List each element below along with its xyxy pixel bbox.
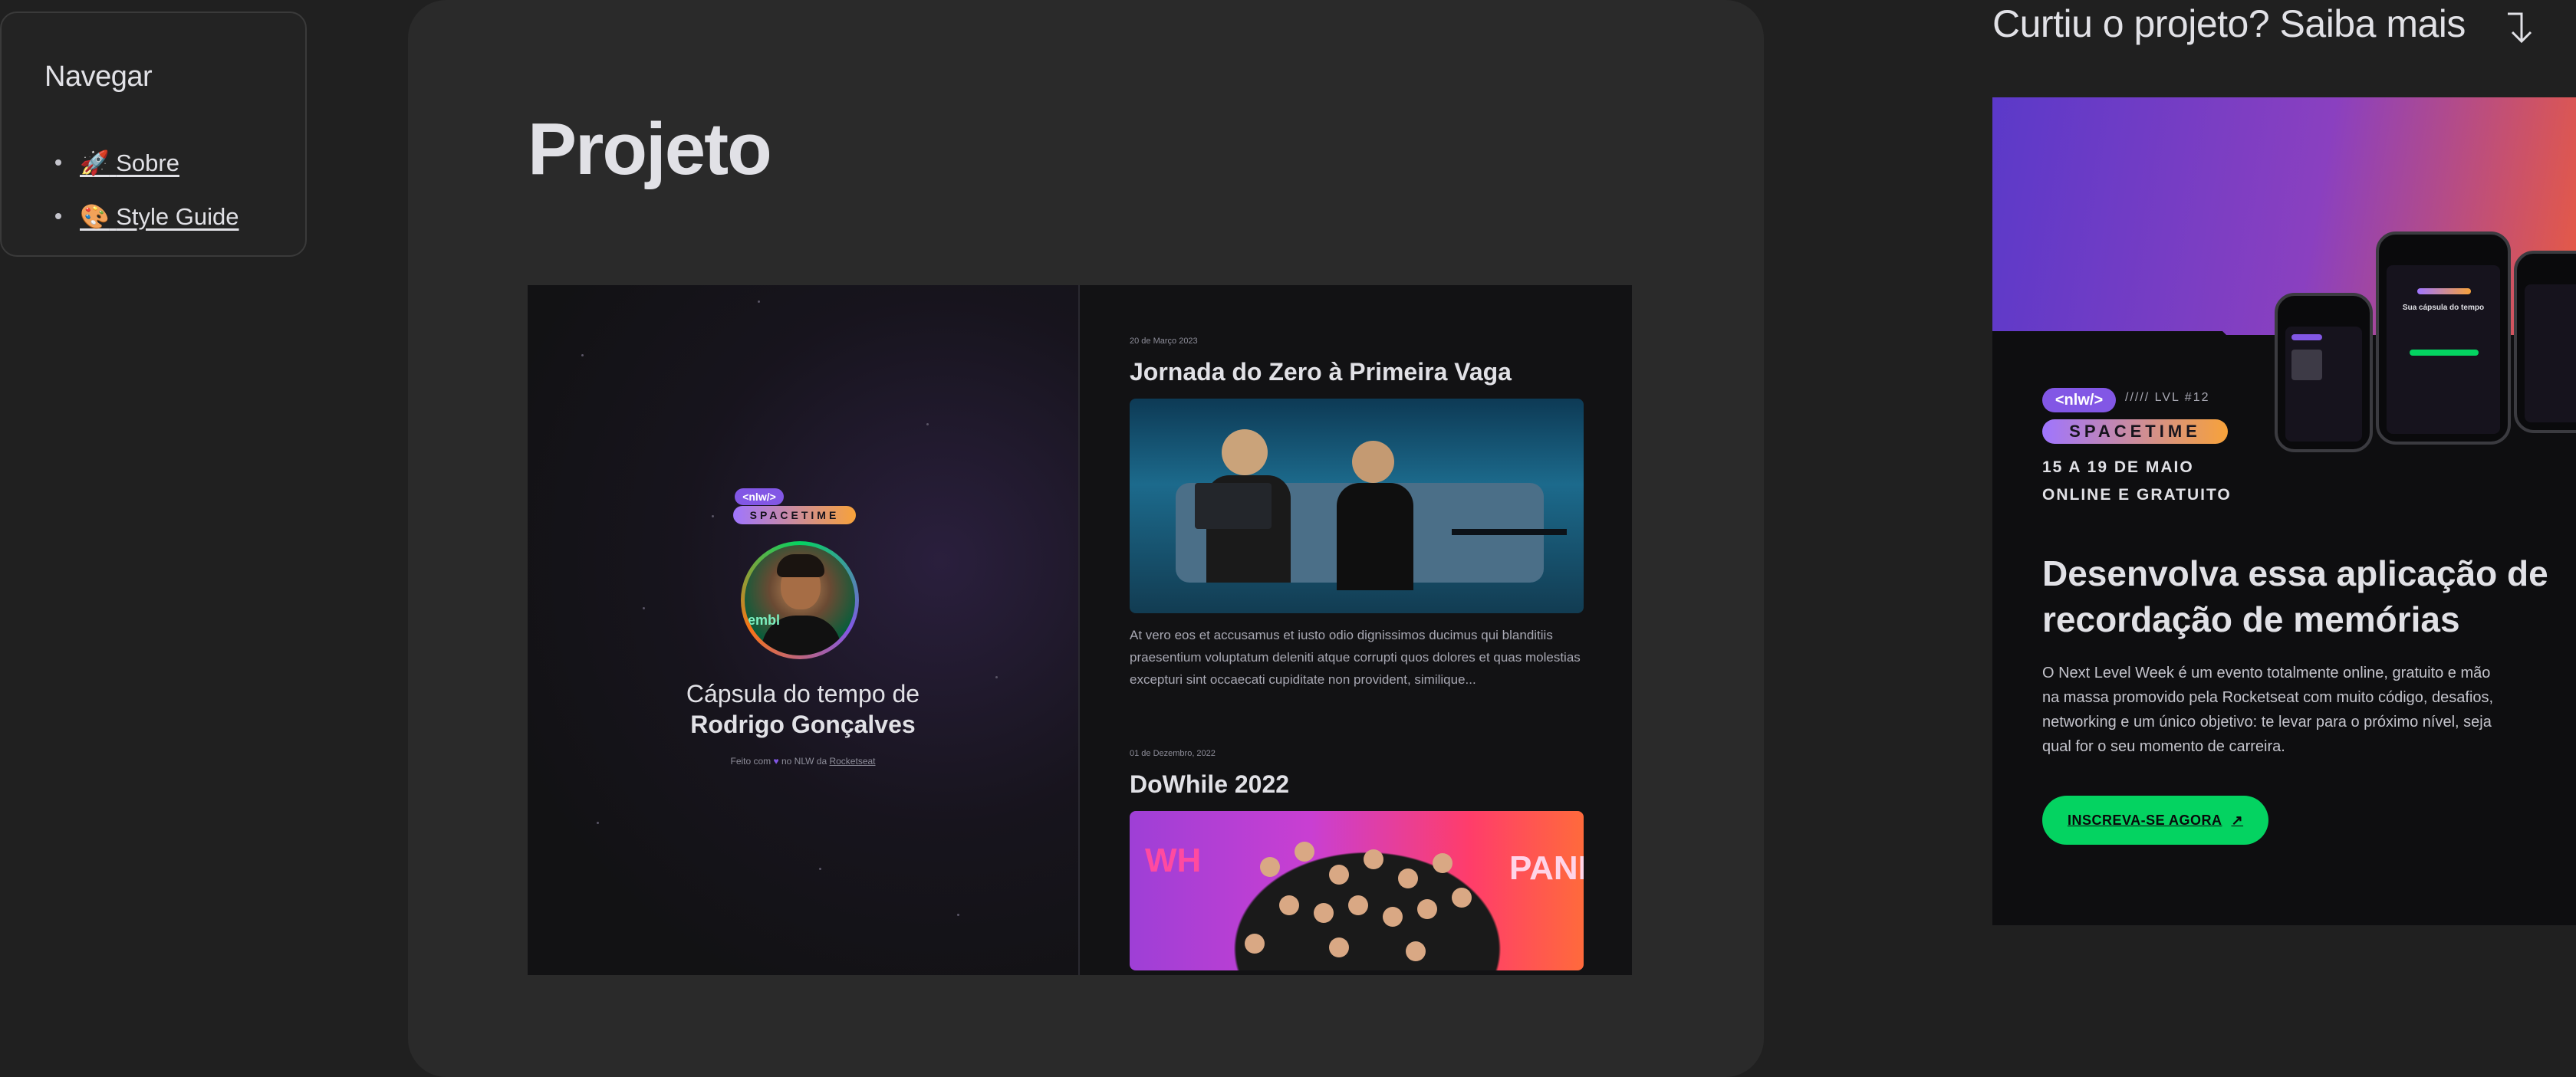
bullet-icon bbox=[55, 159, 61, 166]
post-excerpt: At vero eos et accusamus et iusto odio d… bbox=[1130, 628, 1581, 687]
event-date: 15 A 19 DE MAIO bbox=[2042, 458, 2194, 476]
external-link-icon: ↗ bbox=[2231, 812, 2244, 828]
memory-post: 20 de Março 2023 Jornada do Zero à Prime… bbox=[1130, 337, 1584, 691]
navigation-list: 🚀 Sobre 🎨 Style Guide bbox=[55, 136, 239, 243]
post-date: 01 de Dezembro, 2022 bbox=[1130, 749, 1216, 758]
post-date: 20 de Março 2023 bbox=[1130, 337, 1198, 346]
project-preview: <nlw/> SPACETIME embl Cápsula do tempo d… bbox=[528, 285, 1632, 975]
nlw-logo: <nlw/> bbox=[2042, 388, 2116, 412]
phone-mockup bbox=[2514, 251, 2576, 433]
capsule-title: Cápsula do tempo de bbox=[686, 680, 920, 708]
avatar-shirt-text: embl bbox=[748, 612, 781, 628]
capsule-panel: <nlw/> SPACETIME embl Cápsula do tempo d… bbox=[528, 285, 1078, 975]
spacetime-logo: SPACETIME bbox=[2042, 419, 2228, 444]
spacetime-logo: SPACETIME bbox=[733, 506, 856, 524]
post-image: WH PANI bbox=[1130, 811, 1584, 970]
promo-heading: Curtiu o projeto? Saiba mais bbox=[1992, 2, 2466, 45]
nlw-logo: <nlw/> bbox=[735, 488, 784, 505]
promo-title: Desenvolva essa aplicação de recordação … bbox=[2042, 553, 2548, 639]
post-image bbox=[1130, 399, 1584, 613]
event-mode: ONLINE E GRATUITO bbox=[2042, 486, 2232, 504]
phone-caption: Sua cápsula do tempo bbox=[2402, 304, 2485, 312]
phone-mockup: Sua cápsula do tempo bbox=[2376, 231, 2511, 445]
rocketseat-link[interactable]: Rocketseat bbox=[829, 756, 875, 767]
level-label: ///// LVL #12 bbox=[2125, 391, 2210, 404]
post-title: Jornada do Zero à Primeira Vaga bbox=[1130, 358, 1512, 386]
nav-item-sobre: 🚀 Sobre bbox=[55, 136, 239, 189]
page-title: Projeto bbox=[528, 108, 772, 190]
nav-link-style-guide[interactable]: 🎨 Style Guide bbox=[80, 202, 239, 231]
promo-description: O Next Level Week é um evento totalmente… bbox=[2042, 665, 2494, 755]
nav-item-style-guide: 🎨 Style Guide bbox=[55, 189, 239, 243]
rocket-icon: 🚀 bbox=[80, 149, 110, 176]
avatar: embl bbox=[741, 541, 859, 659]
memory-post: 01 de Dezembro, 2022 DoWhile 2022 WH PAN… bbox=[1130, 749, 1584, 970]
heart-icon: ♥ bbox=[773, 756, 779, 767]
nav-link-label: Style Guide bbox=[116, 202, 239, 230]
subscribe-button-label: INSCREVA-SE AGORA bbox=[2067, 812, 2222, 828]
capsule-owner-name: Rodrigo Gonçalves bbox=[690, 711, 916, 738]
subscribe-button[interactable]: INSCREVA-SE AGORA ↗ bbox=[2042, 796, 2268, 845]
divider bbox=[1078, 285, 1080, 975]
navigation-card: Navegar 🚀 Sobre 🎨 Style Guide bbox=[0, 11, 307, 257]
palette-icon: 🎨 bbox=[80, 202, 110, 230]
bullet-icon bbox=[55, 213, 61, 219]
laptop-icon bbox=[1195, 483, 1272, 529]
arrow-down-right-icon bbox=[2508, 12, 2532, 44]
nav-link-sobre[interactable]: 🚀 Sobre bbox=[80, 149, 179, 177]
post-title: DoWhile 2022 bbox=[1130, 770, 1290, 798]
made-with-text: Feito com ♥ no NLW da Rocketseat bbox=[730, 756, 876, 767]
nav-link-label: Sobre bbox=[116, 149, 179, 176]
phone-mockup bbox=[2275, 293, 2373, 452]
navigation-title: Navegar bbox=[44, 61, 153, 93]
